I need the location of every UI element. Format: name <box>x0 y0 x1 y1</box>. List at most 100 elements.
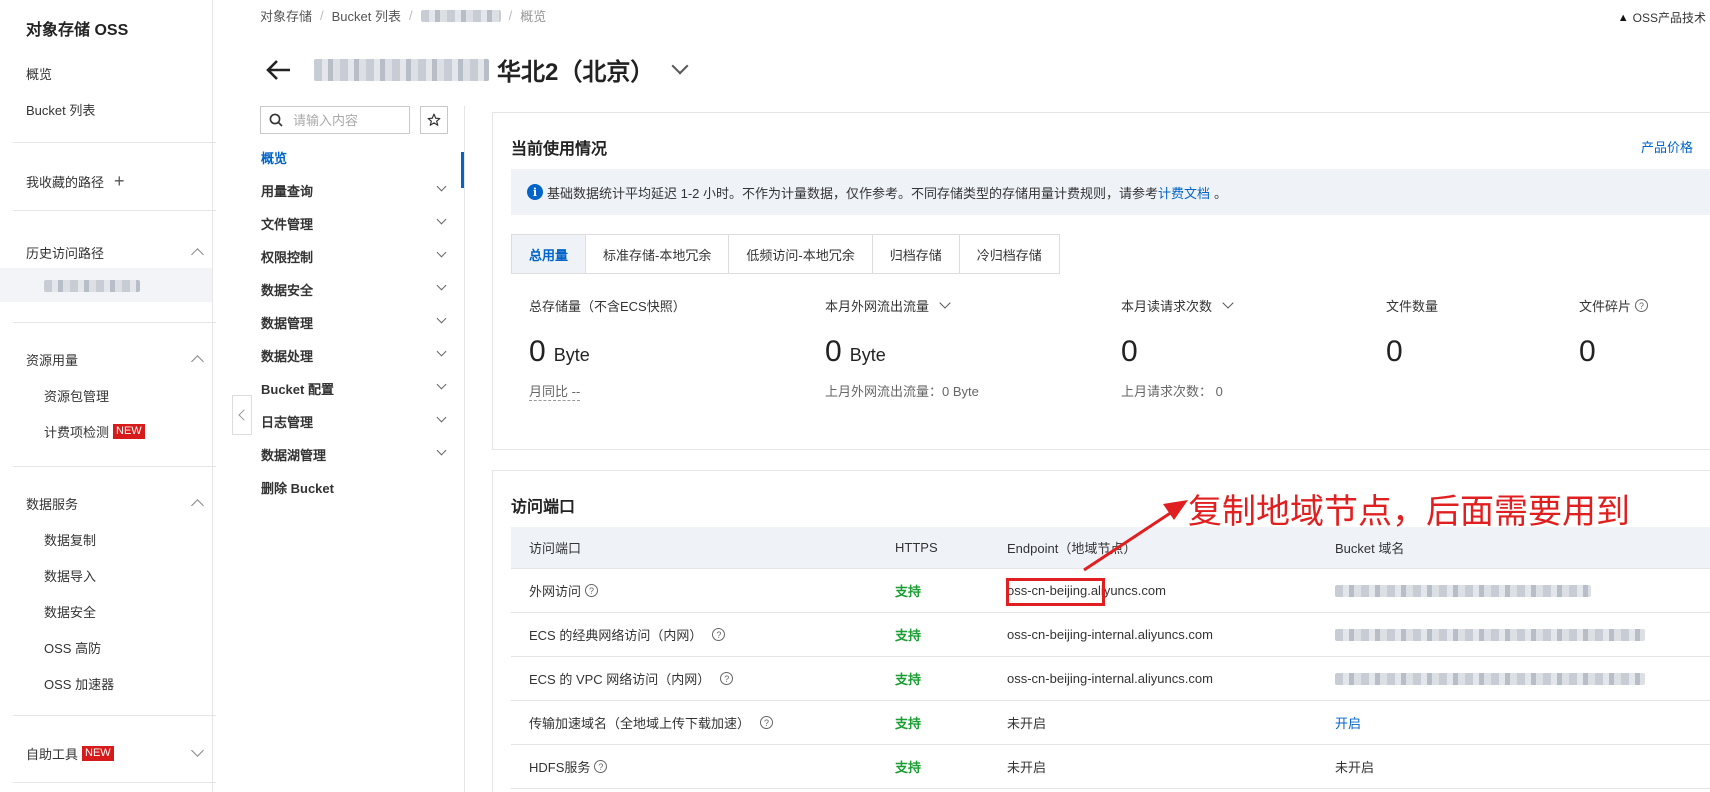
tab-standard[interactable]: 标准存储-本地冗余 <box>586 235 730 273</box>
new-badge: NEW <box>82 746 114 761</box>
sidebar-item-package[interactable]: 资源包管理 <box>44 386 109 405</box>
breadcrumb-item[interactable]: Bucket 列表 <box>332 6 401 25</box>
sidebar-brand: 对象存储 OSS <box>26 22 129 39</box>
tab-archive[interactable]: 归档存储 <box>873 235 960 273</box>
tab-infrequent[interactable]: 低频访问-本地冗余 <box>729 235 873 273</box>
tab-total[interactable]: 总用量 <box>512 235 587 273</box>
nav-item-label: 文件管理 <box>261 217 314 232</box>
column-header: 访问端口 <box>529 541 582 556</box>
sidebar-item-oss-accelerator[interactable]: OSS 加速器 <box>44 674 114 693</box>
search-icon <box>269 113 283 127</box>
price-link[interactable]: 产品价格 <box>1641 137 1693 156</box>
nav-item-data-security[interactable]: 数据安全 <box>261 280 451 299</box>
help-icon[interactable]: ? <box>760 716 774 729</box>
sidebar-item-oss-ddos[interactable]: OSS 高防 <box>44 638 101 657</box>
nav-item-label: 数据安全 <box>261 283 314 298</box>
history-item[interactable] <box>0 268 212 302</box>
endpoint-value[interactable]: oss-cn-beijing-internal.aliyuncs.com <box>1007 627 1213 642</box>
nav-item-usage[interactable]: 用量查询 <box>261 181 451 200</box>
https-status: 支持 <box>895 760 922 775</box>
help-icon[interactable]: ? <box>720 672 734 685</box>
metric-label: 本月外网流出流量 <box>825 299 930 314</box>
endpoint-card-title: 访问端口 <box>511 499 576 516</box>
help-icon[interactable]: ? <box>1635 299 1649 312</box>
chevron-up-icon[interactable] <box>191 355 204 368</box>
nav-search-input[interactable] <box>293 112 403 128</box>
back-arrow-icon[interactable] <box>264 55 294 85</box>
endpoint-value[interactable]: oss-cn-beijing-internal.aliyuncs.com <box>1007 671 1213 686</box>
nav-item-bucket-config[interactable]: Bucket 配置 <box>261 379 451 398</box>
chevron-down-icon[interactable] <box>191 744 204 757</box>
https-status: 支持 <box>895 628 922 643</box>
redacted-bucket-domain[interactable] <box>1335 584 1591 597</box>
sidebar-item-data-import[interactable]: 数据导入 <box>44 566 96 585</box>
favorites-label: 我收藏的路径 <box>26 175 105 190</box>
nav-item-data-lake[interactable]: 数据湖管理 <box>261 445 451 464</box>
breadcrumb: 对象存储 / Bucket 列表 / / 概览 <box>260 6 547 25</box>
metric-file-count: 文件数量 0 <box>1386 296 1438 369</box>
sidebar-resource-section[interactable]: 资源用量 <box>26 350 78 369</box>
metric-label: 本月读请求次数 <box>1121 299 1213 314</box>
sidebar-item-billing-check[interactable]: 计费项检测 NEW <box>44 422 145 441</box>
table-row: HDFS服务? 支持 未开启 未开启 <box>511 745 1710 789</box>
billing-doc-link[interactable]: 计费文档 <box>1158 183 1210 202</box>
sidebar-item-data-replication[interactable]: 数据复制 <box>44 530 96 549</box>
chevron-down-icon <box>436 445 447 456</box>
sidebar-history[interactable]: 历史访问路径 <box>26 243 104 262</box>
nav-item-files[interactable]: 文件管理 <box>261 214 451 233</box>
help-icon[interactable]: ? <box>594 760 608 773</box>
new-badge: NEW <box>113 424 145 439</box>
sidebar-data-service-section[interactable]: 数据服务 <box>26 494 78 513</box>
tab-cold-archive[interactable]: 冷归档存储 <box>960 235 1059 273</box>
sidebar-item-overview[interactable]: 概览 <box>26 64 52 83</box>
breadcrumb-current: 概览 <box>520 9 547 24</box>
metric-label: 总存储量（不含ECS快照） <box>529 299 686 314</box>
enable-acceleration-link[interactable]: 开启 <box>1335 713 1361 732</box>
nav-item-delete-bucket[interactable]: 删除 Bucket <box>261 478 451 497</box>
sidebar-tools[interactable]: 自助工具 NEW <box>26 744 114 763</box>
plus-icon[interactable]: + <box>114 172 125 190</box>
redacted-bucket-domain[interactable] <box>1335 672 1645 685</box>
chevron-up-icon[interactable] <box>191 248 204 261</box>
nav-search-box[interactable] <box>260 106 410 134</box>
help-icon[interactable]: ? <box>712 628 726 641</box>
tools-label: 自助工具 <box>26 747 79 762</box>
chevron-down-icon[interactable] <box>1222 297 1234 309</box>
redacted-bucket-name[interactable] <box>420 9 501 22</box>
table-row: 外网访问? 支持 oss-cn-beijing.aliyuncs.com <box>511 569 1710 613</box>
breadcrumb-item[interactable]: 对象存储 <box>260 6 312 25</box>
endpoint-table: 访问端口 HTTPS Endpoint（地域节点） Bucket 域名 外网访问… <box>511 527 1710 789</box>
endpoint-name: 传输加速域名（全地域上传下载加速） <box>529 716 751 731</box>
nav-item-logs[interactable]: 日志管理 <box>261 412 451 431</box>
sidebar-item-bucket-list[interactable]: Bucket 列表 <box>26 100 95 119</box>
collapse-nav-button[interactable] <box>232 395 252 435</box>
nav-divider <box>464 106 465 792</box>
table-row: 传输加速域名（全地域上传下载加速）? 支持 未开启 开启 <box>511 701 1710 745</box>
endpoint-name: ECS 的经典网络访问（内网） <box>529 628 703 643</box>
sidebar-divider <box>13 210 216 211</box>
nav-item-permissions[interactable]: 权限控制 <box>261 247 451 266</box>
chevron-down-icon[interactable] <box>939 297 951 309</box>
chevron-down-icon <box>436 247 447 258</box>
redacted-bucket-domain[interactable] <box>1335 628 1645 641</box>
nav-item-data-processing[interactable]: 数据处理 <box>261 346 451 365</box>
metric-value: 0 <box>1579 335 1596 368</box>
metric-label: 文件数量 <box>1386 299 1439 314</box>
favorite-star-button[interactable] <box>420 106 448 134</box>
help-icon[interactable]: ? <box>585 584 599 597</box>
sidebar-item-data-security[interactable]: 数据安全 <box>44 602 96 621</box>
column-header: Endpoint（地域节点） <box>1007 541 1137 556</box>
chevron-up-icon[interactable] <box>191 499 204 512</box>
nav-item-label: 权限控制 <box>261 250 314 265</box>
endpoint-name: HDFS服务 <box>529 760 591 775</box>
nav-item-label: 数据管理 <box>261 316 314 331</box>
star-icon <box>427 113 441 126</box>
chevron-down-icon[interactable] <box>671 57 689 74</box>
nav-item-overview[interactable]: 概览 <box>261 148 451 167</box>
billing-check-label: 计费项检测 <box>44 425 110 440</box>
sidebar-favorites[interactable]: 我收藏的路径 + <box>26 172 125 191</box>
chevron-down-icon <box>436 214 447 225</box>
top-right-link[interactable]: ▲ OSS产品技术 <box>1618 9 1706 26</box>
metric-sub: 上月外网流出流量：0 Byte <box>825 384 979 399</box>
nav-item-data-management[interactable]: 数据管理 <box>261 313 451 332</box>
